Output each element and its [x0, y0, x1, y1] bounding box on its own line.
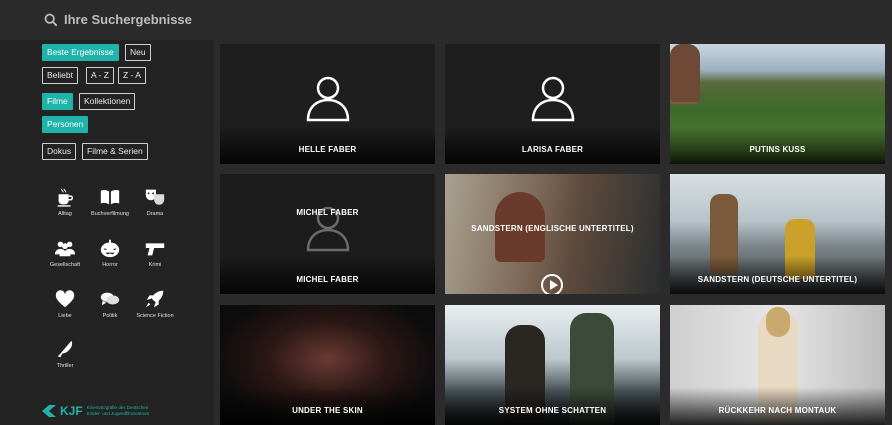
- result-card-larisa-faber[interactable]: LARISA FABER: [445, 44, 660, 164]
- category-science-fiction[interactable]: Science Fiction: [128, 288, 182, 319]
- card-title: UNDER THE SKIN: [292, 406, 363, 415]
- search-label: Ihre Suchergebnisse: [64, 12, 192, 27]
- genre-docs-button[interactable]: Dokus: [42, 143, 77, 160]
- play-icon[interactable]: [541, 274, 563, 294]
- speech-bubbles-icon: [100, 292, 120, 306]
- type-collections-button[interactable]: Kollektionen: [79, 93, 136, 110]
- person-placeholder-icon: [306, 76, 350, 122]
- top-bar: Ihre Suchergebnisse: [0, 0, 892, 40]
- card-title: SANDSTERN (DEUTSCHE UNTERTITEL): [697, 275, 858, 284]
- card-title: PUTINS KUSS: [749, 145, 806, 154]
- gun-icon: [145, 243, 165, 256]
- sort-best-button[interactable]: Beste Ergebnisse: [42, 44, 119, 61]
- search-heading[interactable]: Ihre Suchergebnisse: [44, 12, 192, 27]
- result-card-system-ohne-schatten[interactable]: SYSTEM OHNE SCHATTEN: [445, 305, 660, 425]
- sort-new-button[interactable]: Neu: [125, 44, 151, 61]
- pumpkin-icon: [100, 239, 120, 258]
- kjf-logo-mark-icon: [42, 405, 56, 417]
- card-title: SANDSTERN (ENGLISCHE UNTERTITEL): [471, 224, 634, 233]
- card-overlay-title: MICHEL FABER: [296, 208, 359, 217]
- theater-masks-icon: [145, 189, 165, 205]
- sort-popular-button[interactable]: Beliebt: [42, 67, 78, 84]
- result-card-michel-faber[interactable]: MICHEL FABER MICHEL FABER: [220, 174, 435, 294]
- card-title: HELLE FABER: [298, 145, 357, 154]
- filter-sidebar: Beste Ergebnisse Neu Beliebt A - Z Z - A…: [0, 40, 214, 425]
- card-title: SYSTEM OHNE SCHATTEN: [498, 406, 607, 415]
- result-card-rueckkehr-nach-montauk[interactable]: RÜCKKEHR NACH MONTAUK: [670, 305, 885, 425]
- result-card-helle-faber[interactable]: HELLE FABER: [220, 44, 435, 164]
- coffee-cup-icon: [57, 188, 74, 207]
- group-icon: [54, 241, 76, 257]
- card-title: RÜCKKEHR NACH MONTAUK: [718, 406, 837, 415]
- logo-mark: KJF: [60, 404, 83, 418]
- kjf-logo[interactable]: KJF Kinematografie des Deutschen Kinder-…: [42, 404, 157, 418]
- sort-az-button[interactable]: A - Z: [86, 67, 114, 84]
- rocket-icon: [145, 290, 164, 308]
- result-card-sandstern-deutsch[interactable]: SANDSTERN (DEUTSCHE UNTERTITEL): [670, 174, 885, 294]
- result-card-under-the-skin[interactable]: UNDER THE SKIN: [220, 305, 435, 425]
- heart-icon: [55, 290, 75, 308]
- category-thriller[interactable]: Thriller: [38, 338, 92, 369]
- search-icon: [44, 13, 58, 26]
- genre-films-series-button[interactable]: Filme & Serien: [82, 143, 148, 160]
- card-title: LARISA FABER: [521, 145, 584, 154]
- logo-text: Kinematografie des Deutschen Kinder- und…: [86, 405, 150, 416]
- type-films-button[interactable]: Filme: [42, 93, 73, 110]
- result-card-putins-kuss[interactable]: PUTINS KUSS: [670, 44, 885, 164]
- card-title: MICHEL FABER: [296, 275, 359, 284]
- person-placeholder-icon: [531, 76, 575, 122]
- knife-icon: [57, 340, 73, 358]
- category-drama[interactable]: Drama: [128, 186, 182, 217]
- category-krimi[interactable]: Krimi: [128, 237, 182, 268]
- result-card-sandstern-englisch[interactable]: SANDSTERN (ENGLISCHE UNTERTITEL): [445, 174, 660, 294]
- sort-za-button[interactable]: Z - A: [118, 67, 146, 84]
- open-book-icon: [100, 189, 120, 205]
- type-persons-button[interactable]: Personen: [42, 116, 89, 133]
